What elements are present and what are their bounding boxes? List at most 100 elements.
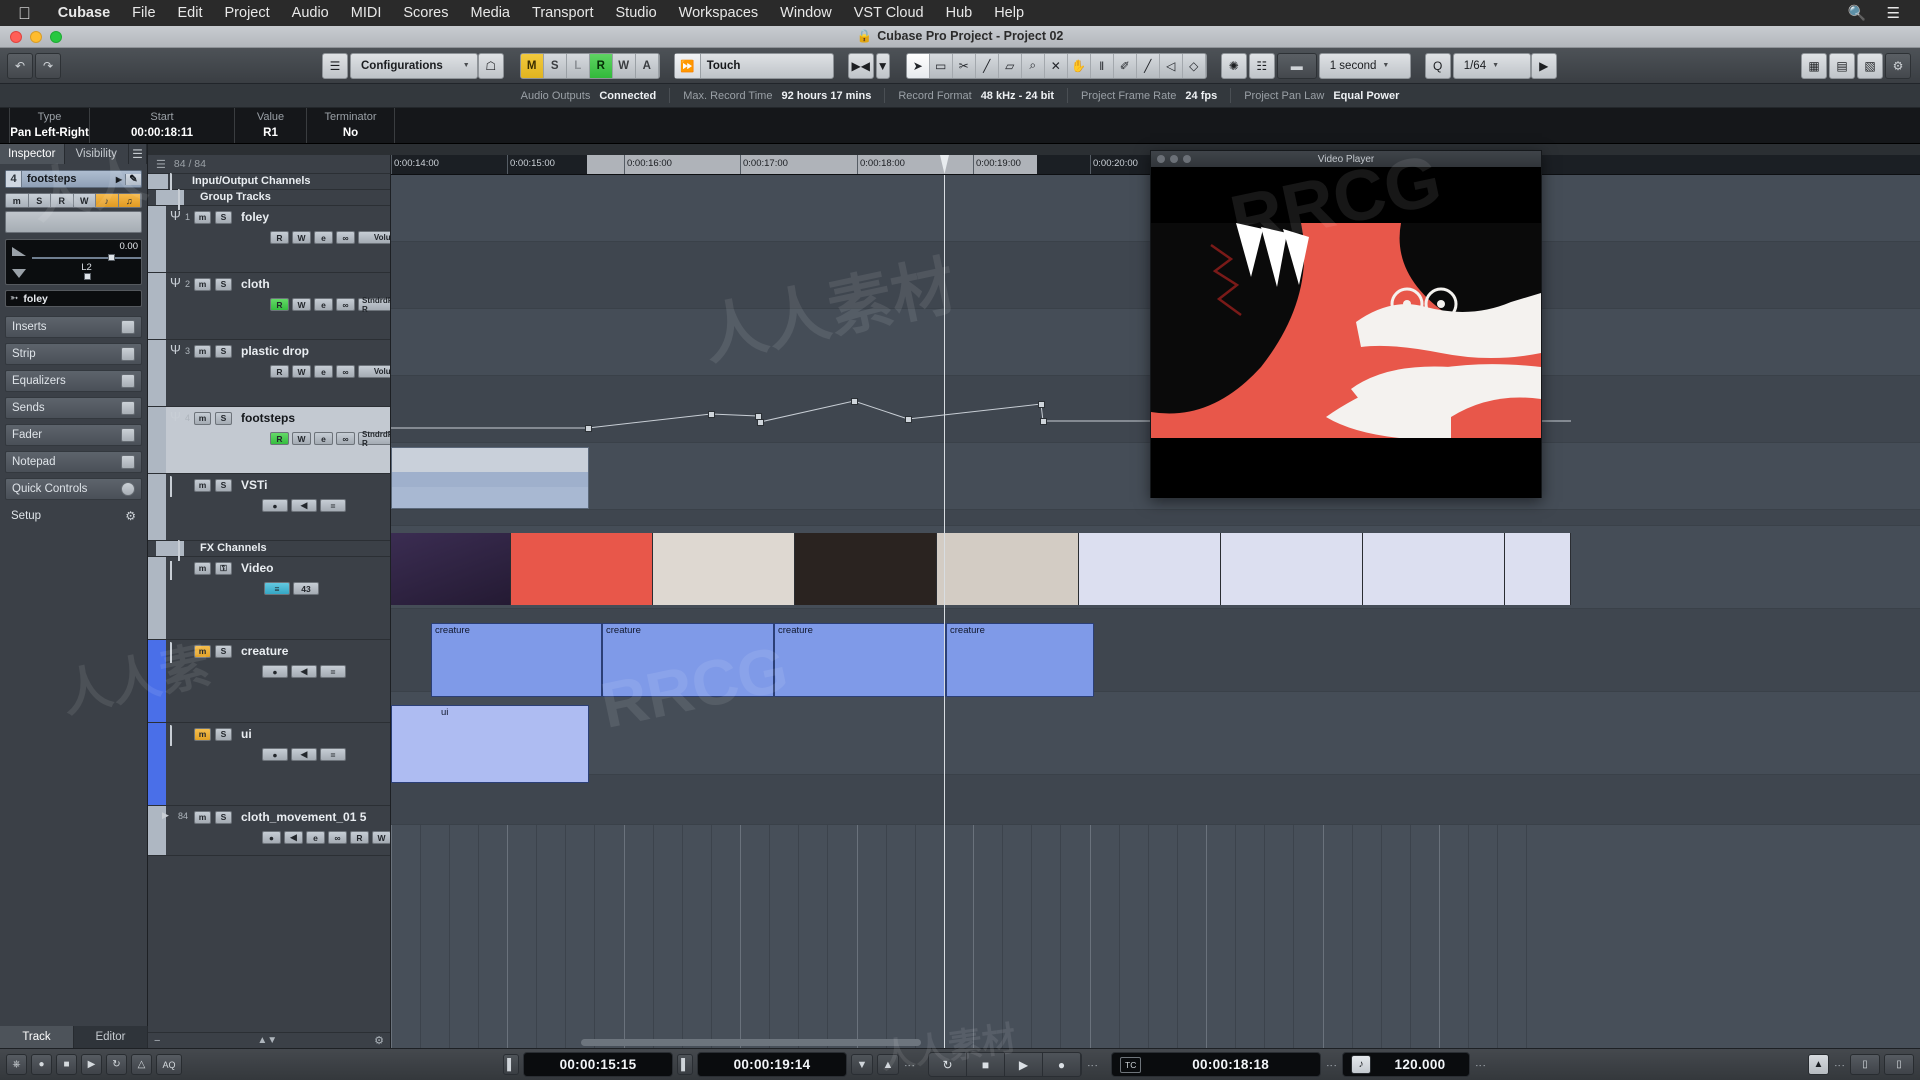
- menu-item-file[interactable]: File: [121, 5, 166, 21]
- comp-tool[interactable]: ‖: [1091, 53, 1114, 78]
- menu-item-transport[interactable]: Transport: [521, 5, 605, 21]
- track-mute-button[interactable]: m: [194, 478, 211, 492]
- track-mute-button[interactable]: m: [194, 277, 211, 291]
- tab-editor[interactable]: Editor: [74, 1026, 148, 1048]
- track-automation-param[interactable]: StndrdP-PL-R: [358, 296, 390, 314]
- nudge-icon[interactable]: ▶◀: [847, 52, 874, 79]
- transport-handle[interactable]: ⋮: [1474, 1060, 1487, 1070]
- global-solo-button[interactable]: S: [543, 53, 567, 78]
- folder-record-button[interactable]: ●: [262, 665, 288, 678]
- nudge-chevron-down-icon[interactable]: ▼: [875, 52, 890, 79]
- mute-tool[interactable]: ✕: [1045, 53, 1068, 78]
- track-mute-button[interactable]: m: [194, 561, 211, 575]
- tab-inspector[interactable]: Inspector: [0, 144, 65, 164]
- folder-data-button[interactable]: =: [320, 665, 346, 678]
- grid-icon[interactable]: ☷: [1248, 52, 1275, 79]
- track-row-creature[interactable]: m S creature ● ◀ =: [148, 640, 390, 723]
- global-auto-button[interactable]: A: [635, 53, 659, 78]
- menu-item-audio[interactable]: Audio: [281, 5, 340, 21]
- track-solo-button[interactable]: S: [215, 810, 232, 824]
- power-icon[interactable]: ⎈: [6, 1054, 27, 1075]
- locator-next-icon[interactable]: ▲: [877, 1054, 899, 1075]
- tempo-icon[interactable]: ♪: [1351, 1055, 1371, 1074]
- inspector-pan-handle[interactable]: [83, 273, 91, 280]
- record-icon[interactable]: ●: [31, 1054, 52, 1075]
- video-thumbnail-toggle[interactable]: ≡: [264, 582, 290, 595]
- transport-handle[interactable]: ⋮: [1833, 1060, 1846, 1070]
- menu-item-hub[interactable]: Hub: [935, 5, 984, 21]
- zoom-tool[interactable]: ⌕: [1022, 53, 1045, 78]
- quantize-dropdown[interactable]: 1/64 ▼: [1452, 52, 1531, 79]
- track-mute-button[interactable]: m: [194, 411, 211, 425]
- audio-write-button[interactable]: W: [372, 831, 390, 844]
- track-automation-param[interactable]: Volume: [358, 365, 390, 378]
- sends-bypass-icon[interactable]: [121, 401, 135, 415]
- track-solo-button[interactable]: S: [215, 210, 232, 224]
- play-tool[interactable]: ◁: [1160, 53, 1183, 78]
- inspector-section-strip[interactable]: Strip: [5, 343, 142, 365]
- setup-icon[interactable]: ⚙: [1885, 52, 1911, 79]
- grid-type-dropdown[interactable]: 1 second ▼: [1318, 52, 1411, 79]
- menu-item-vst-cloud[interactable]: VST Cloud: [843, 5, 935, 21]
- inspector-section-equalizers[interactable]: Equalizers: [5, 370, 142, 392]
- timecode-format-tag[interactable]: TC: [1120, 1056, 1142, 1073]
- inspector-output-routing[interactable]: ➳ foley: [5, 290, 142, 307]
- menu-item-help[interactable]: Help: [983, 5, 1035, 21]
- inspector-mute-button[interactable]: m: [6, 194, 29, 207]
- right-zone-icon[interactable]: ▧: [1857, 52, 1883, 79]
- lane-fx-channels[interactable]: [391, 510, 1920, 526]
- left-locator-display[interactable]: 00:00:15:15: [523, 1052, 673, 1077]
- menu-item-workspaces[interactable]: Workspaces: [668, 5, 770, 21]
- list-icon[interactable]: ☰: [1877, 4, 1910, 22]
- chevron-down-icon[interactable]: ▼: [463, 62, 470, 69]
- configurations-list-icon[interactable]: ☰: [322, 52, 348, 79]
- track-row-ui[interactable]: m S ui ● ◀ =: [148, 723, 390, 806]
- track-list-icon[interactable]: ☰: [156, 158, 166, 171]
- global-read-button[interactable]: R: [589, 53, 613, 78]
- track-write-button[interactable]: W: [292, 365, 311, 378]
- track-edit-button[interactable]: e: [314, 365, 333, 378]
- pencil-icon[interactable]: ✎: [125, 173, 141, 185]
- midi-part-creature[interactable]: creature: [946, 623, 1094, 697]
- quantize-icon[interactable]: Q: [1424, 52, 1451, 79]
- quantize-apply-icon[interactable]: ▶: [1530, 52, 1557, 79]
- info-start[interactable]: Start 00:00:18:11: [90, 108, 235, 143]
- inspector-solo-button[interactable]: S: [28, 194, 51, 207]
- global-listen-button[interactable]: L: [566, 53, 590, 78]
- inspector-fader-handle[interactable]: [108, 254, 115, 261]
- folder-data-button[interactable]: =: [320, 499, 346, 512]
- folder-monitor-button[interactable]: ◀: [291, 499, 317, 512]
- house-icon[interactable]: ☖: [477, 52, 504, 79]
- menu-item-project[interactable]: Project: [214, 5, 281, 21]
- menu-item-media[interactable]: Media: [460, 5, 522, 21]
- automation-point[interactable]: [1038, 401, 1045, 408]
- notepad-icon[interactable]: [121, 455, 135, 469]
- apple-icon[interactable]: : [18, 5, 31, 22]
- audio-edit-button[interactable]: e: [306, 831, 325, 844]
- video-player-window[interactable]: Video Player: [1150, 150, 1542, 498]
- track-mute-button[interactable]: m: [194, 810, 211, 824]
- inspector-section-inserts[interactable]: Inserts: [5, 316, 142, 338]
- level-meter-icon[interactable]: ▯: [1884, 1054, 1914, 1075]
- inspector-read-button[interactable]: R: [51, 194, 74, 207]
- transport-handle[interactable]: ⋮: [1325, 1060, 1338, 1070]
- info-value[interactable]: Value R1: [235, 108, 307, 143]
- split-tool[interactable]: ✂: [953, 53, 976, 78]
- track-link-button[interactable]: ∞: [336, 365, 355, 378]
- automation-mode-dropdown[interactable]: ⏩ Touch: [673, 52, 834, 79]
- quick-controls-icon[interactable]: [121, 482, 135, 496]
- automation-point[interactable]: [585, 425, 592, 432]
- tempo-display[interactable]: ♪ 120.000: [1342, 1052, 1470, 1077]
- track-automation-param[interactable]: Volume: [358, 231, 390, 244]
- track-write-button[interactable]: W: [292, 298, 311, 311]
- menu-item-studio[interactable]: Studio: [605, 5, 668, 21]
- midi-part-creature[interactable]: creature: [602, 623, 774, 697]
- audio-read-button[interactable]: R: [350, 831, 369, 844]
- track-row-fx-channels[interactable]: FX Channels: [148, 540, 390, 561]
- track-solo-button[interactable]: S: [215, 411, 232, 425]
- folder-data-button[interactable]: =: [320, 748, 346, 761]
- track-write-button[interactable]: W: [292, 432, 311, 445]
- horizontal-scrollbar[interactable]: [581, 1039, 921, 1046]
- erase-tool[interactable]: ▱: [999, 53, 1022, 78]
- inspector-note-icon[interactable]: ♪: [96, 194, 119, 207]
